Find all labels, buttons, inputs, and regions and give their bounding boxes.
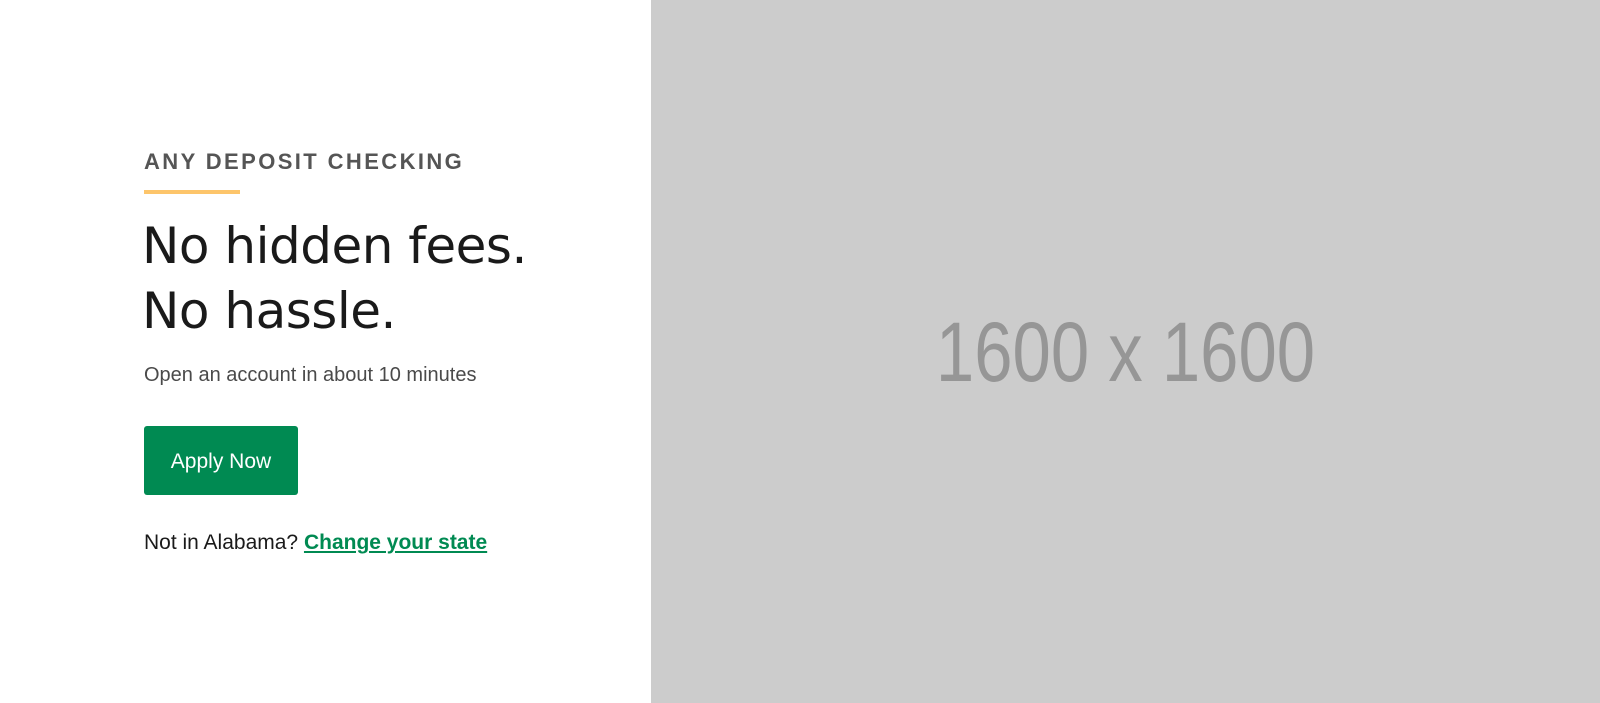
- state-selector-line: Not in Alabama? Change your state: [144, 531, 624, 555]
- change-state-link[interactable]: Change your state: [304, 531, 487, 554]
- eyebrow-accent-rule: [144, 190, 240, 194]
- hero-content: ANY DEPOSIT CHECKING No hidden fees. No …: [142, 146, 624, 555]
- hero-image-placeholder: 1600 x 1600: [651, 0, 1600, 703]
- state-prompt: Not in Alabama?: [144, 531, 299, 554]
- apply-now-button[interactable]: Apply Now: [144, 426, 298, 495]
- placeholder-dimensions-label: 1600 x 1600: [935, 305, 1316, 399]
- headline-line-2: No hassle.: [142, 282, 396, 340]
- page: ANY DEPOSIT CHECKING No hidden fees. No …: [0, 0, 1600, 703]
- hero-text-panel: ANY DEPOSIT CHECKING No hidden fees. No …: [0, 0, 651, 703]
- headline-line-1: No hidden fees.: [142, 217, 527, 275]
- product-eyebrow: ANY DEPOSIT CHECKING: [144, 149, 465, 174]
- hero-subhead: Open an account in about 10 minutes: [144, 364, 477, 386]
- hero-headline: No hidden fees. No hassle.: [142, 214, 624, 344]
